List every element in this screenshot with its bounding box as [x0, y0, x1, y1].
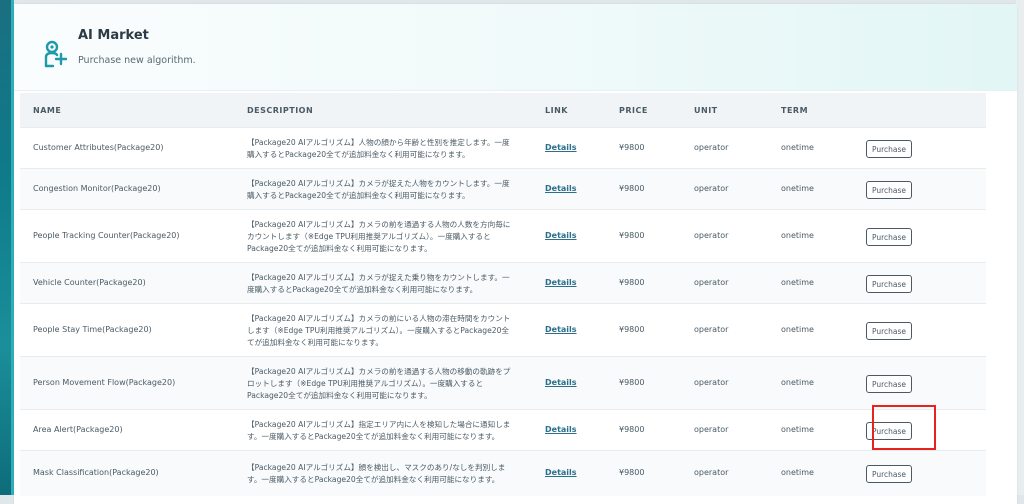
- description-line: 【Package20 AIアルゴリズム】カメラが捉えた乗り物をカウントします。一: [247, 273, 510, 282]
- algorithm-description: 【Package20 AIアルゴリズム】顔を検出し、マスクのあり/なしを判別しま…: [247, 462, 535, 486]
- price-value: ¥9800: [619, 325, 645, 334]
- unit-value: operator: [694, 425, 729, 434]
- description-line: 購入するとPackage20全てが追加料金なく利用可能になります。: [247, 150, 470, 159]
- description-line: 【Package20 AIアルゴリズム】カメラの前を通過する人物の人数を方向毎に: [247, 220, 511, 229]
- page-subtitle: Purchase new algorithm.: [78, 55, 196, 66]
- price-value: ¥9800: [619, 143, 645, 152]
- table-row: Mask Classification(Package20) 【Package20…: [20, 450, 986, 496]
- unit-value: operator: [694, 143, 729, 152]
- unit-value: operator: [694, 468, 729, 477]
- price-value: ¥9800: [619, 378, 645, 387]
- unit-value: operator: [694, 278, 729, 287]
- algorithm-description: 【Package20 AIアルゴリズム】カメラが捉えた乗り物をカウントします。一…: [247, 272, 535, 296]
- term-value: onetime: [781, 143, 814, 152]
- purchase-button[interactable]: Purchase: [866, 375, 912, 393]
- column-header-term: TERM: [781, 106, 809, 115]
- price-value: ¥9800: [619, 184, 645, 193]
- description-line: 【Package20 AIアルゴリズム】人物の顔から年齢と性別を推定します。一度: [247, 138, 510, 147]
- table-row: People Tracking Counter(Package20) 【Packa…: [20, 209, 986, 263]
- details-link[interactable]: Details: [545, 468, 577, 477]
- details-link[interactable]: Details: [545, 425, 577, 434]
- table-row: People Stay Time(Package20) 【Package20 AI…: [20, 303, 986, 357]
- column-header-price: PRICE: [619, 106, 648, 115]
- algorithm-name: People Stay Time(Package20): [33, 325, 152, 334]
- algorithm-description: 【Package20 AIアルゴリズム】カメラの前にいる人物の滞在時間をカウント…: [247, 313, 535, 349]
- sidebar-edge: [0, 0, 14, 495]
- column-header-name: NAME: [33, 106, 62, 115]
- table-header: NAME DESCRIPTION LINK PRICE UNIT TERM: [20, 93, 986, 127]
- description-line: 【Package20 AIアルゴリズム】カメラの前にいる人物の滞在時間をカウント: [247, 314, 511, 323]
- unit-value: operator: [694, 325, 729, 334]
- algorithm-description: 【Package20 AIアルゴリズム】指定エリア内に人を検知した場合に通知しま…: [247, 419, 535, 443]
- algorithm-name: Vehicle Counter(Package20): [33, 278, 146, 287]
- description-line: 購入するとPackage20全てが追加料金なく利用可能になります。: [247, 191, 470, 200]
- table-row: Congestion Monitor(Package20) 【Package20 …: [20, 168, 986, 210]
- description-line: します（※Edge TPU利用推奨アルゴリズム）。一度購入するとPackage2…: [247, 326, 510, 335]
- price-value: ¥9800: [619, 468, 645, 477]
- algorithm-name: People Tracking Counter(Package20): [33, 231, 180, 240]
- column-header-link: LINK: [545, 106, 568, 115]
- page-header: AI Market Purchase new algorithm.: [14, 4, 1017, 91]
- unit-value: operator: [694, 231, 729, 240]
- unit-value: operator: [694, 184, 729, 193]
- description-line: す。一度購入するとPackage20全てが追加料金なく利用可能になります。: [247, 475, 500, 484]
- purchase-button[interactable]: Purchase: [866, 140, 912, 158]
- price-value: ¥9800: [619, 278, 645, 287]
- description-line: 【Package20 AIアルゴリズム】カメラが捉えた人物をカウントします。一度: [247, 179, 510, 188]
- unit-value: operator: [694, 378, 729, 387]
- description-line: てが追加料金なく利用可能になります。: [247, 338, 383, 347]
- algorithm-name: Mask Classification(Package20): [33, 468, 159, 477]
- details-link[interactable]: Details: [545, 378, 577, 387]
- term-value: onetime: [781, 325, 814, 334]
- details-link[interactable]: Details: [545, 325, 577, 334]
- description-line: カウントします（※Edge TPU利用推奨アルゴリズム）。一度購入すると: [247, 232, 491, 241]
- price-value: ¥9800: [619, 425, 645, 434]
- description-line: Package20全てが追加料金なく利用可能になります。: [247, 391, 432, 400]
- algorithm-description: 【Package20 AIアルゴリズム】カメラが捉えた人物をカウントします。一度…: [247, 178, 535, 202]
- term-value: onetime: [781, 231, 814, 240]
- term-value: onetime: [781, 425, 814, 434]
- price-value: ¥9800: [619, 231, 645, 240]
- user-plus-icon: [44, 40, 67, 68]
- purchase-button[interactable]: Purchase: [866, 181, 912, 199]
- description-line: 度購入するとPackage20全てが追加料金なく利用可能になります。: [247, 285, 478, 294]
- description-line: す。一度購入するとPackage20全てが追加料金なく利用可能になります。: [247, 432, 500, 441]
- details-link[interactable]: Details: [545, 278, 577, 287]
- table-row: Customer Attributes(Package20) 【Package20…: [20, 127, 986, 169]
- algorithm-name: Area Alert(Package20): [33, 425, 123, 434]
- term-value: onetime: [781, 468, 814, 477]
- details-link[interactable]: Details: [545, 184, 577, 193]
- description-line: 【Package20 AIアルゴリズム】顔を検出し、マスクのあり/なしを判別しま: [247, 463, 506, 472]
- highlight-box: [872, 405, 936, 450]
- algorithm-description: 【Package20 AIアルゴリズム】カメラの前を通過する人物の人数を方向毎に…: [247, 219, 535, 255]
- purchase-button[interactable]: Purchase: [866, 322, 912, 340]
- purchase-button[interactable]: Purchase: [866, 275, 912, 293]
- table-row: Area Alert(Package20) 【Package20 AIアルゴリズム…: [20, 409, 986, 451]
- page-title: AI Market: [78, 28, 149, 43]
- algorithm-name: Person Movement Flow(Package20): [33, 378, 176, 387]
- table-row: Person Movement Flow(Package20) 【Package2…: [20, 356, 986, 410]
- table-row: Vehicle Counter(Package20) 【Package20 AIア…: [20, 262, 986, 304]
- description-line: ロットします（※Edge TPU利用推奨アルゴリズム）。一度購入すると: [247, 379, 484, 388]
- purchase-button[interactable]: Purchase: [866, 465, 912, 483]
- purchase-button[interactable]: Purchase: [866, 228, 912, 246]
- term-value: onetime: [781, 278, 814, 287]
- right-edge: [1016, 0, 1024, 495]
- algorithm-description: 【Package20 AIアルゴリズム】人物の顔から年齢と性別を推定します。一度…: [247, 137, 535, 161]
- column-header-description: DESCRIPTION: [247, 106, 314, 115]
- algorithm-name: Customer Attributes(Package20): [33, 143, 164, 152]
- description-line: 【Package20 AIアルゴリズム】指定エリア内に人を検知した場合に通知しま: [247, 420, 511, 429]
- algorithm-description: 【Package20 AIアルゴリズム】カメラの前を通過する人物の移動の軌跡をプ…: [247, 366, 535, 402]
- term-value: onetime: [781, 378, 814, 387]
- description-line: 【Package20 AIアルゴリズム】カメラの前を通過する人物の移動の軌跡をプ: [247, 367, 511, 376]
- column-header-unit: UNIT: [694, 106, 718, 115]
- description-line: Package20全てが追加料金なく利用可能になります。: [247, 244, 432, 253]
- details-link[interactable]: Details: [545, 231, 577, 240]
- details-link[interactable]: Details: [545, 143, 577, 152]
- term-value: onetime: [781, 184, 814, 193]
- algorithm-name: Congestion Monitor(Package20): [33, 184, 161, 193]
